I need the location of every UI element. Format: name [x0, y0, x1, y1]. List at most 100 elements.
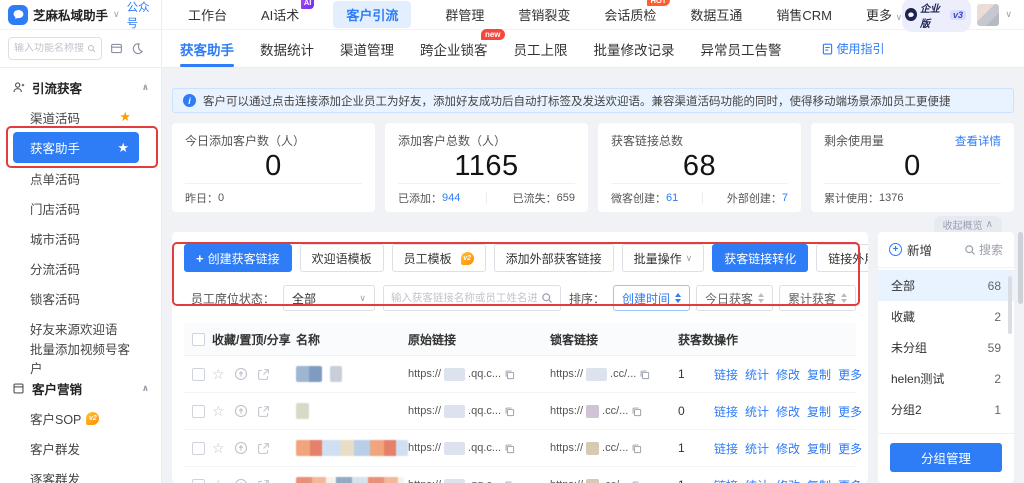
op-copy[interactable]: 复制	[807, 366, 831, 383]
copy-icon[interactable]	[504, 406, 515, 417]
select-all-checkbox[interactable]	[192, 333, 205, 346]
share-external-icon[interactable]	[257, 368, 270, 381]
tab-abnormal-staff-alert[interactable]: 异常员工告警	[701, 30, 782, 67]
external-use-button[interactable]: 链接外用v2	[816, 244, 868, 272]
op-more[interactable]: 更多	[838, 403, 862, 420]
window-mode-icon[interactable]	[110, 42, 123, 55]
create-link-button[interactable]: +创建获客链接	[184, 244, 292, 272]
sidebar-item-batch-add-video-customers[interactable]: 批量添加视频号客户	[0, 343, 161, 373]
row-checkbox[interactable]	[192, 405, 205, 418]
tab-cross-enterprise-lock[interactable]: 跨企业锁客new	[420, 30, 488, 67]
op-stats[interactable]: 统计	[745, 403, 769, 420]
sidebar-item-customer-broadcast[interactable]: 客户群发	[0, 433, 161, 463]
staff-template-button[interactable]: 员工模板v2	[392, 244, 486, 272]
sort-today-acquired[interactable]: 今日获客	[696, 285, 773, 311]
op-stats[interactable]: 统计	[745, 440, 769, 457]
sidebar-item-store-code[interactable]: 门店活码	[0, 193, 161, 223]
favorite-star-icon[interactable]: ☆	[212, 477, 225, 483]
dark-mode-moon-icon[interactable]	[131, 42, 144, 55]
sidebar-section-customer-marketing[interactable]: 客户营销 ∧	[0, 373, 161, 403]
op-more[interactable]: 更多	[838, 366, 862, 383]
sidebar-item-city-code[interactable]: 城市活码	[0, 223, 161, 253]
copy-icon[interactable]	[504, 443, 515, 454]
table-search-box[interactable]	[383, 285, 561, 311]
pin-top-icon[interactable]	[234, 478, 248, 483]
nav-chat-inspection[interactable]: 会话质检HOT	[604, 5, 656, 24]
sidebar-item-customer-sop[interactable]: 客户SOPv2	[0, 403, 161, 433]
account-type-link[interactable]: 公众号	[127, 0, 153, 31]
sidebar-item-split-code[interactable]: 分流活码	[0, 253, 161, 283]
user-menu-chevron-icon[interactable]: ∨	[1005, 9, 1012, 20]
op-modify[interactable]: 修改	[776, 477, 800, 483]
favorite-star-icon[interactable]: ☆	[212, 403, 225, 420]
copy-icon[interactable]	[504, 480, 515, 483]
nav-data-exchange[interactable]: 数据互通	[690, 5, 742, 24]
group-item-presales[interactable]: 售前单独获客链...4	[878, 425, 1014, 433]
collapse-overview-tab[interactable]: 收起概览∧	[934, 216, 1002, 232]
op-more[interactable]: 更多	[838, 440, 862, 457]
table-search-input[interactable]	[391, 292, 537, 304]
sidebar-item-chase-broadcast[interactable]: 逐客群发	[0, 463, 161, 483]
seat-status-select[interactable]: 全部∨	[283, 285, 375, 311]
op-link[interactable]: 链接	[714, 477, 738, 483]
nav-group-management[interactable]: 群管理	[445, 5, 484, 24]
sidebar-section-acquisition[interactable]: 引流获客 ∧	[0, 72, 161, 102]
sidebar-item-acquisition-assistant[interactable]: 获客助手★	[13, 132, 139, 163]
nav-more[interactable]: 更多 ∨	[866, 5, 902, 24]
op-stats[interactable]: 统计	[745, 477, 769, 483]
favorite-star-icon[interactable]: ★	[117, 140, 129, 156]
group-item-favorites[interactable]: 收藏2	[878, 301, 1014, 332]
function-search-input[interactable]	[14, 43, 84, 54]
share-external-icon[interactable]	[257, 479, 270, 483]
op-copy[interactable]: 复制	[807, 403, 831, 420]
op-copy[interactable]: 复制	[807, 477, 831, 483]
op-more[interactable]: 更多	[838, 477, 862, 483]
row-checkbox[interactable]	[192, 368, 205, 381]
share-external-icon[interactable]	[257, 442, 270, 455]
copy-icon[interactable]	[631, 406, 642, 417]
op-modify[interactable]: 修改	[776, 403, 800, 420]
user-avatar[interactable]	[977, 4, 999, 26]
nav-workbench[interactable]: 工作台	[188, 5, 227, 24]
op-copy[interactable]: 复制	[807, 440, 831, 457]
tab-channel-management[interactable]: 渠道管理	[340, 30, 394, 67]
nav-customer-acquisition[interactable]: 客户引流	[333, 1, 411, 28]
link-convert-button[interactable]: 获客链接转化	[712, 244, 808, 272]
nav-marketing-fission[interactable]: 营销裂变	[518, 5, 570, 24]
tab-batch-modify-log[interactable]: 批量修改记录	[594, 30, 675, 67]
pin-top-icon[interactable]	[234, 367, 248, 381]
copy-icon[interactable]	[504, 369, 515, 380]
favorite-star-icon[interactable]: ☆	[212, 440, 225, 457]
group-list-scrollbar[interactable]	[1008, 276, 1012, 334]
favorite-star-icon[interactable]: ☆	[212, 366, 225, 383]
brand[interactable]: 芝麻私域助手 ∨ 公众号	[0, 0, 162, 29]
row-checkbox[interactable]	[192, 442, 205, 455]
favorite-star-icon[interactable]: ★	[119, 109, 131, 125]
op-modify[interactable]: 修改	[776, 440, 800, 457]
welcome-template-button[interactable]: 欢迎语模板	[300, 244, 384, 272]
op-link[interactable]: 链接	[714, 403, 738, 420]
group-search-button[interactable]: 搜索	[964, 241, 1003, 258]
page-scrollbar[interactable]	[1018, 232, 1023, 304]
view-details-link[interactable]: 查看详情	[955, 133, 1001, 149]
group-item-helen-test[interactable]: helen测试2	[878, 363, 1014, 394]
group-item-ungrouped[interactable]: 未分组59	[878, 332, 1014, 363]
sidebar-item-lock-code[interactable]: 锁客活码	[0, 283, 161, 313]
group-item-group2[interactable]: 分组21	[878, 394, 1014, 425]
nav-ai-script[interactable]: AI话术AI	[261, 5, 299, 24]
add-external-link-button[interactable]: 添加外部获客链接	[494, 244, 614, 272]
group-manage-button[interactable]: 分组管理	[890, 443, 1002, 472]
add-group-button[interactable]: +新增	[889, 240, 932, 259]
row-checkbox[interactable]	[192, 479, 205, 483]
op-stats[interactable]: 统计	[745, 366, 769, 383]
tab-staff-limit[interactable]: 员工上限	[514, 30, 568, 67]
usage-guide-link[interactable]: 使用指引	[822, 40, 885, 57]
function-search-box[interactable]	[8, 37, 102, 60]
op-modify[interactable]: 修改	[776, 366, 800, 383]
group-item-all[interactable]: 全部68	[878, 270, 1014, 301]
copy-icon[interactable]	[631, 480, 642, 483]
share-external-icon[interactable]	[257, 405, 270, 418]
pin-top-icon[interactable]	[234, 441, 248, 455]
copy-icon[interactable]	[639, 369, 650, 380]
tab-acquisition-assistant[interactable]: 获客助手	[180, 30, 234, 67]
